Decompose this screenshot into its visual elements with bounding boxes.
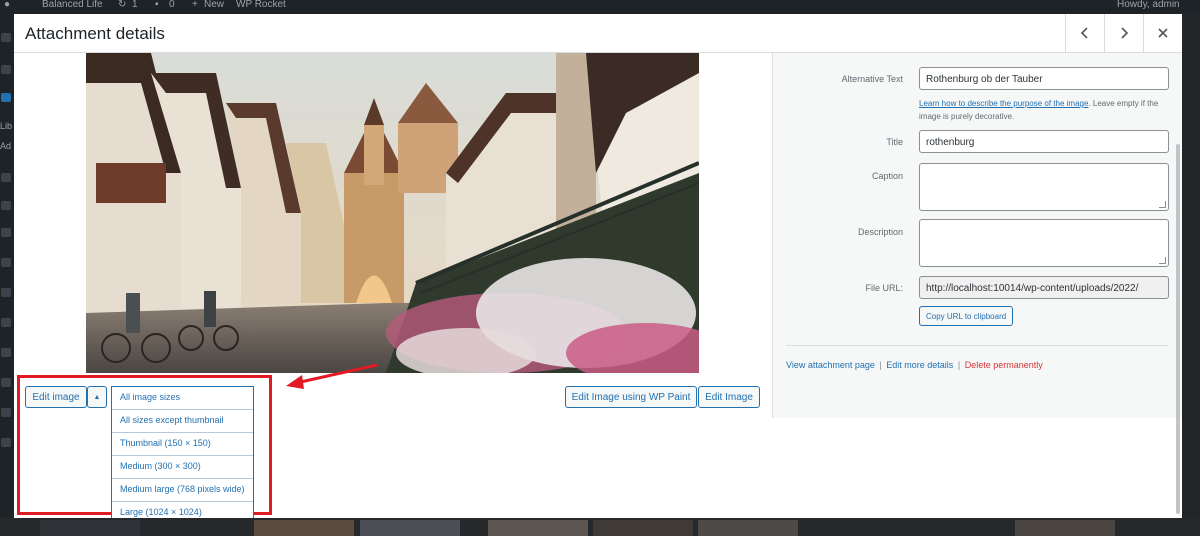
attachment-details-pane: Alternative Text Rothenburg ob der Taube… xyxy=(772,53,1182,418)
edit-image-secondary-button[interactable]: Edit Image xyxy=(698,386,760,408)
settings-icon[interactable] xyxy=(1,348,11,357)
file-url-input[interactable]: http://localhost:10014/wp-content/upload… xyxy=(919,276,1169,299)
account-greeting[interactable]: Howdy, admin xyxy=(1117,0,1180,10)
triangle-up-icon: ▲ xyxy=(93,393,101,401)
media-thumbnail[interactable] xyxy=(1015,520,1115,536)
size-dropdown-toggle[interactable]: ▲ xyxy=(87,386,107,408)
updates-icon[interactable]: ↻ xyxy=(118,0,126,10)
edit-image-button[interactable]: Edit image xyxy=(25,386,87,408)
file-url-label: File URL: xyxy=(865,283,903,293)
title-input[interactable]: rothenburg xyxy=(919,130,1169,153)
title-label: Title xyxy=(886,137,903,147)
menu-fragment-add[interactable]: Ad xyxy=(0,141,11,151)
attachment-image xyxy=(86,53,699,373)
media-thumbnail[interactable] xyxy=(488,520,588,536)
section-divider xyxy=(786,345,1168,346)
wordpress-logo-icon[interactable]: ● xyxy=(4,0,10,10)
link-separator: | xyxy=(957,360,961,370)
comments-icon[interactable]: ▪ xyxy=(155,0,159,10)
edit-more-details-link[interactable]: Edit more details xyxy=(886,360,953,370)
pages-icon[interactable] xyxy=(1,173,11,182)
new-content-link[interactable]: New xyxy=(204,0,224,10)
alt-text-label: Alternative Text xyxy=(841,74,903,84)
chevron-left-icon xyxy=(1080,27,1088,39)
alt-text-help-link[interactable]: Learn how to describe the purpose of the… xyxy=(919,99,1088,108)
plugins-icon[interactable] xyxy=(1,258,11,267)
copy-url-button[interactable]: Copy URL to clipboard xyxy=(919,306,1014,326)
media-thumbnail[interactable] xyxy=(40,520,140,536)
close-button[interactable] xyxy=(1143,14,1182,52)
alt-text-help: Learn how to describe the purpose of the… xyxy=(919,97,1171,123)
size-option-large[interactable]: Large (1024 × 1024) xyxy=(112,502,253,518)
media-thumbnail[interactable] xyxy=(698,520,798,536)
resize-handle-icon[interactable] xyxy=(1159,257,1166,264)
edit-with-wp-paint-button[interactable]: Edit Image using WP Paint xyxy=(565,386,697,408)
view-attachment-link[interactable]: View attachment page xyxy=(786,360,875,370)
description-label: Description xyxy=(857,227,903,237)
link-separator: | xyxy=(879,360,882,370)
caption-label: Caption xyxy=(871,171,903,181)
admin-bar: ● Balanced Life ↻ 1 ▪ 0 + New WP Rocket … xyxy=(0,0,1200,13)
size-option-medium-large[interactable]: Medium large (768 pixels wide) xyxy=(112,479,253,502)
modal-header: Attachment details xyxy=(14,14,1182,53)
background-overlay-right xyxy=(1182,13,1200,518)
wp-rocket-link[interactable]: WP Rocket xyxy=(236,0,286,10)
updates-count[interactable]: 1 xyxy=(132,0,138,10)
size-option-medium[interactable]: Medium (300 × 300) xyxy=(112,456,253,479)
plugin-menu-icon-2[interactable] xyxy=(1,408,11,417)
users-icon[interactable] xyxy=(1,288,11,297)
details-scrollbar[interactable] xyxy=(1176,144,1180,514)
admin-menu-strip: Lib Ad xyxy=(0,13,14,536)
close-icon xyxy=(1158,28,1168,38)
appearance-icon[interactable] xyxy=(1,228,11,237)
annotation-arrow-icon xyxy=(286,363,378,389)
next-button[interactable] xyxy=(1104,14,1143,52)
delete-permanently-link[interactable]: Delete permanently xyxy=(965,360,1043,370)
comments-menu-icon[interactable] xyxy=(1,201,11,210)
previous-button[interactable] xyxy=(1065,14,1104,52)
menu-fragment-library[interactable]: Lib xyxy=(0,121,12,131)
alt-text-input[interactable]: Rothenburg ob der Tauber xyxy=(919,67,1169,90)
media-thumbnail[interactable] xyxy=(254,520,354,536)
media-thumbnail[interactable] xyxy=(360,520,460,536)
description-textarea[interactable] xyxy=(919,219,1169,267)
resize-handle-icon[interactable] xyxy=(1159,201,1166,208)
plugin-menu-icon[interactable] xyxy=(1,378,11,387)
dashboard-icon[interactable] xyxy=(1,33,11,42)
media-grid-background xyxy=(0,518,1200,536)
media-icon[interactable] xyxy=(1,93,11,102)
size-option-except-thumbnail[interactable]: All sizes except thumbnail xyxy=(112,410,253,433)
chevron-right-icon xyxy=(1121,27,1129,39)
modal-title: Attachment details xyxy=(25,24,165,43)
posts-icon[interactable] xyxy=(1,65,11,74)
plugin-menu-icon-3[interactable] xyxy=(1,438,11,447)
site-name-link[interactable]: Balanced Life xyxy=(42,0,103,10)
new-plus-icon[interactable]: + xyxy=(192,0,198,10)
image-size-dropdown[interactable]: All image sizes All sizes except thumbna… xyxy=(111,386,254,518)
comments-count[interactable]: 0 xyxy=(169,0,175,10)
image-preview-pane: Edit image ▲ All image sizes All sizes e… xyxy=(14,53,771,518)
attachment-actions: View attachment page | Edit more details… xyxy=(786,360,1043,370)
attachment-details-modal: Attachment details Edit image ▲ All imag… xyxy=(14,14,1182,518)
tools-icon[interactable] xyxy=(1,318,11,327)
media-thumbnail[interactable] xyxy=(593,520,693,536)
size-option-thumbnail[interactable]: Thumbnail (150 × 150) xyxy=(112,433,253,456)
size-option-all[interactable]: All image sizes xyxy=(112,387,253,410)
caption-textarea[interactable] xyxy=(919,163,1169,211)
